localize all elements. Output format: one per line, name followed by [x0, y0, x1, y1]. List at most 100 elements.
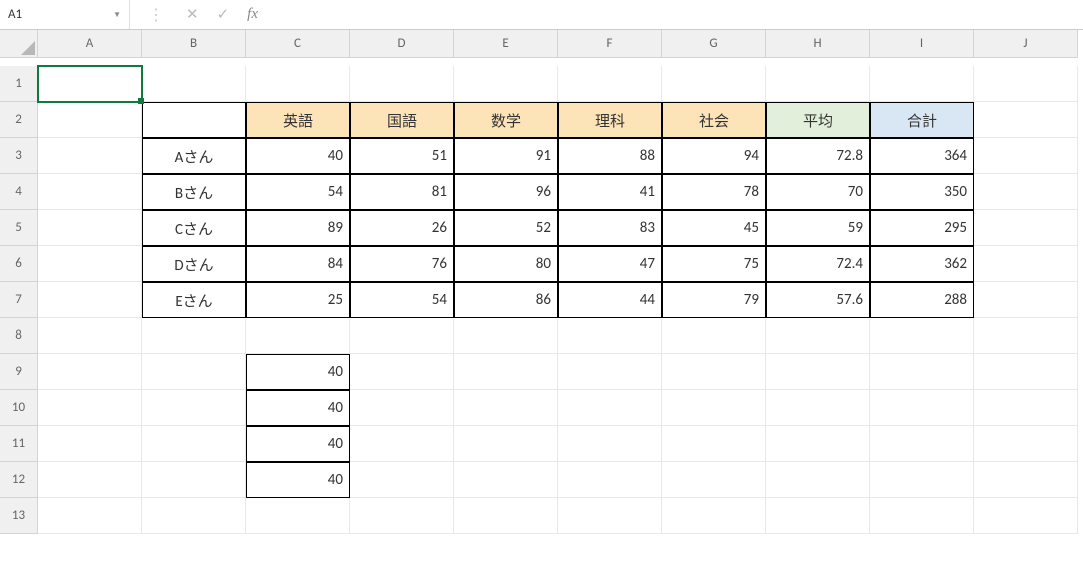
- cell-D1[interactable]: [350, 66, 454, 102]
- row-header-3[interactable]: 3: [0, 138, 38, 174]
- cell-C1[interactable]: [246, 66, 350, 102]
- cell-F3[interactable]: 88: [558, 138, 662, 174]
- cell-D2[interactable]: 国語: [350, 102, 454, 138]
- cell-E4[interactable]: 96: [454, 174, 558, 210]
- cell-H4[interactable]: 70: [766, 174, 870, 210]
- col-header-F[interactable]: F: [558, 30, 662, 58]
- cell-A2[interactable]: [38, 102, 142, 138]
- cell-C7[interactable]: 25: [246, 282, 350, 318]
- cell-H12[interactable]: [766, 462, 870, 498]
- cell-H13[interactable]: [766, 498, 870, 534]
- cell-A13[interactable]: [38, 498, 142, 534]
- cell-F4[interactable]: 41: [558, 174, 662, 210]
- cell-C10[interactable]: 40: [246, 390, 350, 426]
- row-header-13[interactable]: 13: [0, 498, 38, 534]
- cell-I4[interactable]: 350: [870, 174, 974, 210]
- cell-G13[interactable]: [662, 498, 766, 534]
- cell-F13[interactable]: [558, 498, 662, 534]
- cell-C3[interactable]: 40: [246, 138, 350, 174]
- cell-C13[interactable]: [246, 498, 350, 534]
- cell-H1[interactable]: [766, 66, 870, 102]
- col-header-D[interactable]: D: [350, 30, 454, 58]
- cell-B13[interactable]: [142, 498, 246, 534]
- cell-J8[interactable]: [974, 318, 1078, 354]
- cell-H5[interactable]: 59: [766, 210, 870, 246]
- cell-B4[interactable]: Bさん: [142, 174, 246, 210]
- cell-G1[interactable]: [662, 66, 766, 102]
- cell-H6[interactable]: 72.4: [766, 246, 870, 282]
- row-header-2[interactable]: 2: [0, 102, 38, 138]
- cell-J5[interactable]: [974, 210, 1078, 246]
- cell-G2[interactable]: 社会: [662, 102, 766, 138]
- cell-J2[interactable]: [974, 102, 1078, 138]
- spreadsheet-grid[interactable]: A B C D E F G H I J 1 2 英語 国語 数学 理科 社会 平…: [0, 30, 1083, 534]
- cell-F9[interactable]: [558, 354, 662, 390]
- cell-A4[interactable]: [38, 174, 142, 210]
- cell-B10[interactable]: [142, 390, 246, 426]
- fx-icon[interactable]: fx: [247, 6, 258, 23]
- cell-E13[interactable]: [454, 498, 558, 534]
- cell-D11[interactable]: [350, 426, 454, 462]
- cell-I8[interactable]: [870, 318, 974, 354]
- cell-G11[interactable]: [662, 426, 766, 462]
- cell-E9[interactable]: [454, 354, 558, 390]
- cell-I12[interactable]: [870, 462, 974, 498]
- row-header-4[interactable]: 4: [0, 174, 38, 210]
- cell-I2[interactable]: 合計: [870, 102, 974, 138]
- cell-H8[interactable]: [766, 318, 870, 354]
- cell-D13[interactable]: [350, 498, 454, 534]
- row-header-12[interactable]: 12: [0, 462, 38, 498]
- cell-E2[interactable]: 数学: [454, 102, 558, 138]
- cell-E10[interactable]: [454, 390, 558, 426]
- cell-E3[interactable]: 91: [454, 138, 558, 174]
- cell-D3[interactable]: 51: [350, 138, 454, 174]
- cell-A9[interactable]: [38, 354, 142, 390]
- cell-H7[interactable]: 57.6: [766, 282, 870, 318]
- cell-I1[interactable]: [870, 66, 974, 102]
- col-header-E[interactable]: E: [454, 30, 558, 58]
- cell-G6[interactable]: 75: [662, 246, 766, 282]
- row-header-9[interactable]: 9: [0, 354, 38, 390]
- row-header-5[interactable]: 5: [0, 210, 38, 246]
- cell-G12[interactable]: [662, 462, 766, 498]
- col-header-J[interactable]: J: [974, 30, 1078, 58]
- cell-J4[interactable]: [974, 174, 1078, 210]
- cell-A3[interactable]: [38, 138, 142, 174]
- cell-D10[interactable]: [350, 390, 454, 426]
- cell-E6[interactable]: 80: [454, 246, 558, 282]
- cell-B12[interactable]: [142, 462, 246, 498]
- cell-F6[interactable]: 47: [558, 246, 662, 282]
- cell-H9[interactable]: [766, 354, 870, 390]
- row-header-10[interactable]: 10: [0, 390, 38, 426]
- cell-G8[interactable]: [662, 318, 766, 354]
- cell-H3[interactable]: 72.8: [766, 138, 870, 174]
- cell-E5[interactable]: 52: [454, 210, 558, 246]
- cell-I5[interactable]: 295: [870, 210, 974, 246]
- cell-D6[interactable]: 76: [350, 246, 454, 282]
- cell-F2[interactable]: 理科: [558, 102, 662, 138]
- select-all-corner[interactable]: [0, 30, 38, 58]
- cell-A6[interactable]: [38, 246, 142, 282]
- cell-H10[interactable]: [766, 390, 870, 426]
- name-box-dropdown-icon[interactable]: ▼: [113, 10, 121, 20]
- cell-E12[interactable]: [454, 462, 558, 498]
- cell-F10[interactable]: [558, 390, 662, 426]
- cell-I6[interactable]: 362: [870, 246, 974, 282]
- cell-J1[interactable]: [974, 66, 1078, 102]
- cell-C6[interactable]: 84: [246, 246, 350, 282]
- cell-B11[interactable]: [142, 426, 246, 462]
- cell-A10[interactable]: [38, 390, 142, 426]
- cell-A5[interactable]: [38, 210, 142, 246]
- row-header-7[interactable]: 7: [0, 282, 38, 318]
- cell-C12[interactable]: 40: [246, 462, 350, 498]
- cell-I9[interactable]: [870, 354, 974, 390]
- cell-I11[interactable]: [870, 426, 974, 462]
- col-header-B[interactable]: B: [142, 30, 246, 58]
- cell-E8[interactable]: [454, 318, 558, 354]
- cell-B9[interactable]: [142, 354, 246, 390]
- cell-G5[interactable]: 45: [662, 210, 766, 246]
- col-header-C[interactable]: C: [246, 30, 350, 58]
- cell-J11[interactable]: [974, 426, 1078, 462]
- cell-D7[interactable]: 54: [350, 282, 454, 318]
- cell-G3[interactable]: 94: [662, 138, 766, 174]
